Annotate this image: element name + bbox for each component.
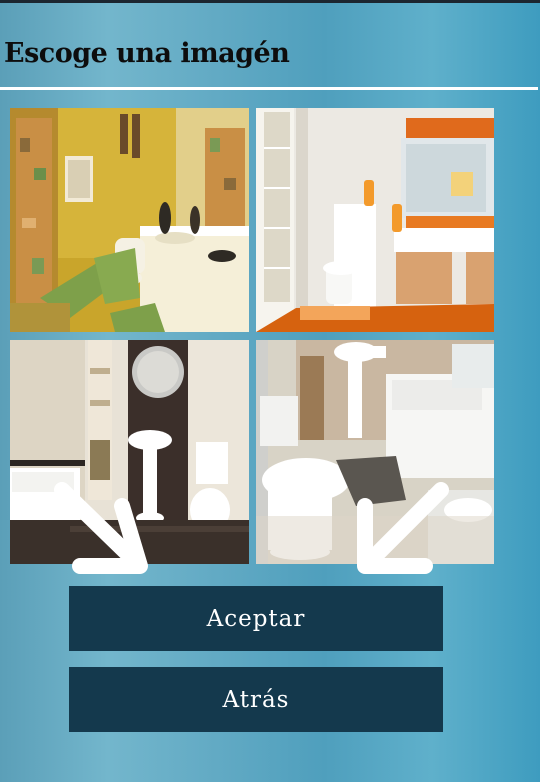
- title-divider: [0, 87, 538, 90]
- back-button[interactable]: Atrás: [69, 667, 443, 732]
- page-title: Escoge una imagén: [4, 38, 290, 69]
- top-border: [0, 0, 540, 3]
- accept-button[interactable]: Aceptar: [69, 586, 443, 651]
- arrow-down-left-icon: [357, 482, 449, 574]
- bathroom-image-1[interactable]: [10, 108, 249, 332]
- arrow-down-right-icon: [54, 482, 148, 574]
- bathroom-image-2[interactable]: [256, 108, 494, 332]
